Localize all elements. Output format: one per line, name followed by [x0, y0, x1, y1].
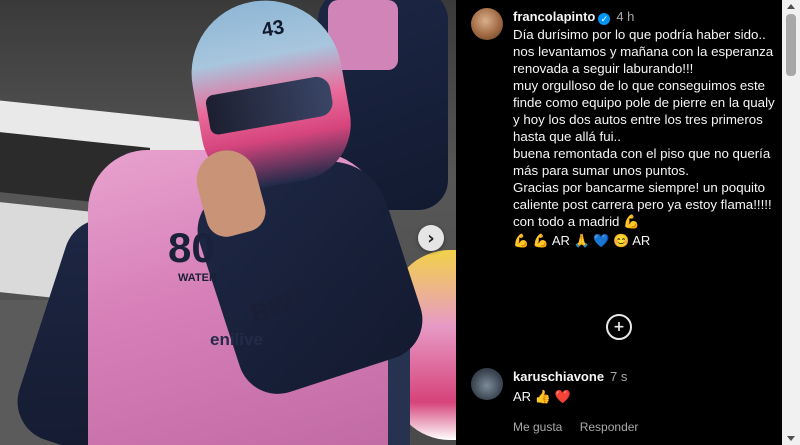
- post-timestamp[interactable]: 4 h: [616, 9, 634, 24]
- scroll-down-arrow-icon[interactable]: [787, 436, 795, 441]
- sponsor-logo-secondary: enilive: [210, 330, 263, 349]
- avatar[interactable]: [471, 8, 503, 40]
- post-photo[interactable]: 43 80 WATER BWT enilive ›: [0, 0, 456, 445]
- comment-timestamp: 7 s: [610, 369, 628, 384]
- author-username[interactable]: francolapinto: [513, 9, 595, 24]
- carousel-next-button[interactable]: ›: [418, 225, 444, 251]
- load-more-comments-button[interactable]: +: [606, 314, 632, 340]
- comment-username[interactable]: karuschiavone: [513, 369, 604, 384]
- scrollbar[interactable]: [782, 0, 800, 445]
- comment: karuschiavone 7 s AR 👍 ❤️ Me gusta Respon…: [471, 368, 778, 434]
- reply-comment-button[interactable]: Responder: [580, 420, 639, 434]
- chevron-right-icon: ›: [427, 227, 435, 249]
- scroll-up-arrow-icon[interactable]: [787, 4, 795, 9]
- comment-text: AR 👍 ❤️: [513, 389, 571, 404]
- suit-text: WATER: [178, 272, 217, 284]
- avatar[interactable]: [471, 368, 503, 400]
- caption-emoji-line: 💪 💪 AR 🙏 💙 😊 AR: [513, 233, 651, 248]
- helmet-number: 43: [260, 16, 286, 42]
- like-comment-button[interactable]: Me gusta: [513, 420, 562, 434]
- comments-panel: francolapinto ✓ 4 h Día durísimo por lo qu…: [456, 0, 782, 445]
- post-caption: francolapinto ✓ 4 h Día durísimo por lo qu…: [471, 8, 778, 250]
- plus-circle-icon: +: [613, 319, 625, 335]
- suit-number: 80: [168, 224, 215, 271]
- verified-badge-icon: ✓: [598, 13, 611, 25]
- scrollbar-thumb[interactable]: [786, 14, 796, 76]
- caption-text: Día durísimo por lo que podría haber sid…: [513, 27, 775, 229]
